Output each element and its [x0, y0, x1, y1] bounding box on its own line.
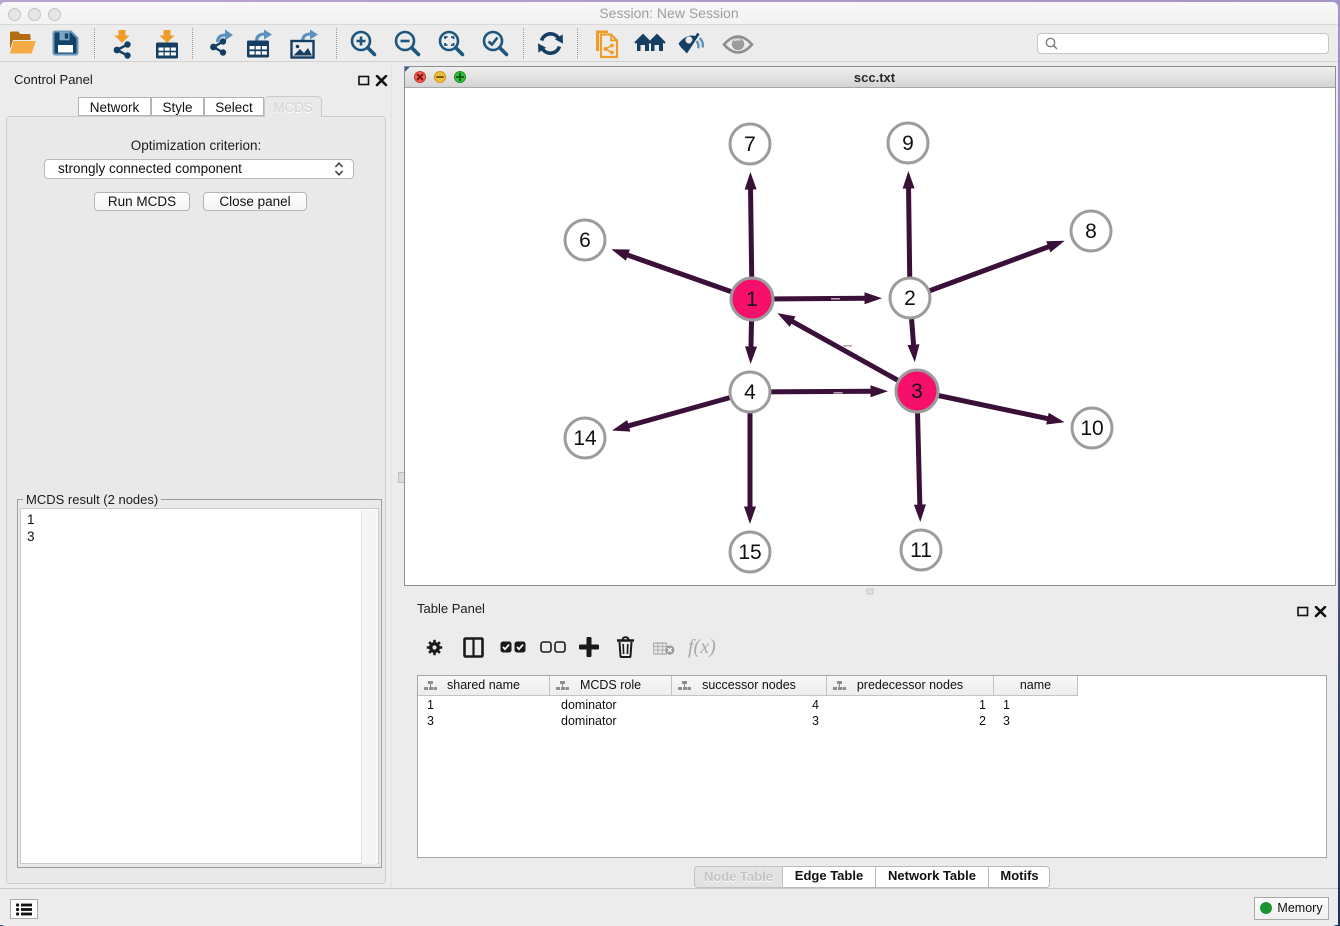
svg-text:1: 1 [746, 288, 758, 311]
svg-text:15: 15 [738, 541, 761, 564]
svg-text:14: 14 [573, 427, 597, 450]
svg-text:10: 10 [1080, 417, 1103, 440]
svg-text:6: 6 [579, 229, 591, 252]
svg-text:4: 4 [744, 381, 756, 404]
svg-text:8: 8 [1085, 220, 1097, 243]
svg-text:11: 11 [910, 539, 932, 562]
svg-text:2: 2 [904, 287, 916, 310]
svg-text:7: 7 [744, 133, 756, 156]
svg-text:3: 3 [911, 380, 923, 403]
svg-text:9: 9 [902, 132, 914, 155]
